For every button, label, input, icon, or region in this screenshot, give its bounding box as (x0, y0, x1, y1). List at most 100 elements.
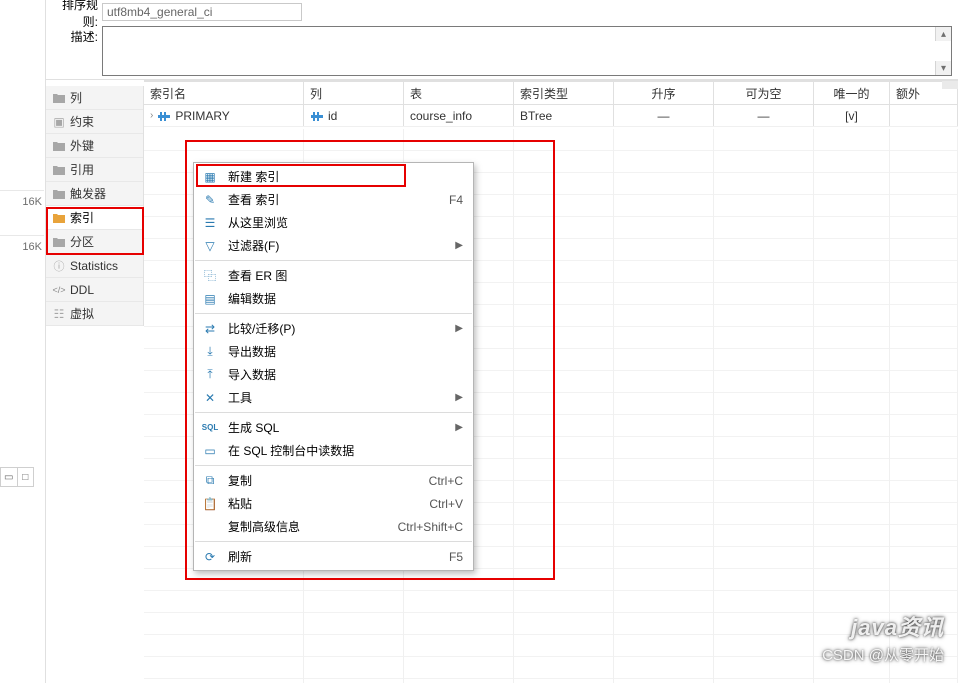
menu-item[interactable]: 复制高级信息Ctrl+Shift+C (194, 515, 473, 538)
sidebar-item-label: 分区 (70, 233, 94, 250)
menu-item[interactable]: ⇄ 比较/迁移(P) ▶ (194, 317, 473, 340)
col-header-table[interactable]: 表 (404, 82, 514, 104)
menu-shortcut: F4 (449, 193, 463, 207)
sidebar-item-7[interactable]: ⓘStatistics (46, 254, 143, 278)
menu-item-label: 编辑数据 (228, 290, 463, 307)
sidebar-item-label: 约束 (70, 113, 94, 130)
menu-item-label: 从这里浏览 (228, 214, 463, 231)
new-icon: ▦ (202, 169, 218, 185)
sort-rule-input[interactable] (102, 3, 302, 21)
sidebar-item-label: 虚拟 (70, 305, 94, 322)
folder-icon (52, 211, 66, 225)
menu-item[interactable]: ⤒导入数据 (194, 363, 473, 386)
col-header-type[interactable]: 索引类型 (514, 82, 614, 104)
menu-item-label: 新建 索引 (228, 168, 463, 185)
filter-icon: ▽ (202, 238, 218, 254)
scroll-up-icon[interactable]: ▴ (935, 27, 951, 41)
index-table: course_info (404, 105, 514, 126)
menu-item-label: 查看 索引 (228, 191, 449, 208)
menu-item[interactable]: ⟳ 刷新F5 (194, 545, 473, 568)
tools-icon: ✕ (202, 390, 218, 406)
sidebar-item-4[interactable]: 触发器 (46, 182, 143, 206)
menu-item-label: 查看 ER 图 (228, 267, 463, 284)
submenu-arrow-icon: ▶ (455, 323, 463, 334)
menu-item[interactable]: ✕工具▶ (194, 386, 473, 409)
sidebar-item-6[interactable]: 分区 (46, 230, 143, 254)
sidebar-item-8[interactable]: </> DDL (46, 278, 143, 302)
index-extra (890, 105, 958, 126)
sidebar-item-label: DDL (70, 283, 94, 297)
menu-shortcut: F5 (449, 550, 463, 564)
menu-item[interactable]: ▽过滤器(F)▶ (194, 234, 473, 257)
refresh-icon: ⟳ (202, 549, 218, 565)
folder-icon (52, 91, 66, 105)
sidebar-item-1[interactable]: ▣约束 (46, 110, 143, 134)
scroll-down-icon[interactable]: ▾ (935, 61, 951, 75)
submenu-arrow-icon: ▶ (455, 422, 463, 433)
index-type: BTree (514, 105, 614, 126)
sidebar-item-9[interactable]: ☷虚拟 (46, 302, 143, 326)
menu-item[interactable]: SQL生成 SQL▶ (194, 416, 473, 439)
mini-toolbar[interactable]: ▭ □ (0, 467, 34, 487)
menu-item-label: 生成 SQL (228, 419, 449, 436)
col-header-unique[interactable]: 唯一的 (814, 82, 890, 104)
menu-item-label: 比较/迁移(P) (228, 320, 449, 337)
copy-icon: ⧉ (202, 473, 218, 489)
top-area: 排序规则: 描述: ▴ ▾ (46, 0, 958, 80)
col-header-column[interactable]: 列 (304, 82, 404, 104)
menu-separator (195, 465, 472, 466)
stack-icon[interactable]: ▭ (1, 468, 18, 486)
menu-item[interactable]: ▭ 在 SQL 控制台中读数据 (194, 439, 473, 462)
sidebar-item-3[interactable]: 引用 (46, 158, 143, 182)
col-header-asc[interactable]: 升序 (614, 82, 714, 104)
console-icon: ▭ (202, 443, 218, 459)
square-icon[interactable]: □ (18, 468, 34, 486)
info-icon: ⓘ (52, 259, 66, 273)
menu-item[interactable]: ✎ 查看 索引F4 (194, 188, 473, 211)
menu-item[interactable]: ⧉复制Ctrl+C (194, 469, 473, 492)
folder-icon (52, 235, 66, 249)
size-marker: 16K (0, 235, 44, 257)
menu-item[interactable]: ▦ 新建 索引 (194, 165, 473, 188)
size-marker: 16K (0, 190, 44, 212)
index-column: id (328, 109, 337, 123)
sidebar-item-0[interactable]: 列 (46, 86, 143, 110)
folder-icon (52, 139, 66, 153)
index-asc: — (614, 105, 714, 126)
index-null: — (714, 105, 814, 126)
submenu-arrow-icon: ▶ (455, 240, 463, 251)
submenu-arrow-icon: ▶ (455, 392, 463, 403)
sidebar-item-label: 外键 (70, 137, 94, 154)
expand-icon[interactable]: › (150, 110, 153, 121)
menu-item[interactable]: ⤓导出数据 (194, 340, 473, 363)
column-icon (310, 110, 324, 122)
er-icon: ⿻ (202, 268, 218, 284)
menu-separator (195, 260, 472, 261)
menu-item[interactable]: ▤ 编辑数据 (194, 287, 473, 310)
folder-icon (52, 187, 66, 201)
sidebar-item-2[interactable]: 外键 (46, 134, 143, 158)
import-icon: ⤒ (202, 367, 218, 383)
view-icon: ✎ (202, 192, 218, 208)
menu-item-label: 刷新 (228, 548, 449, 565)
description-textarea[interactable]: ▴ ▾ (102, 26, 952, 76)
code-icon: </> (52, 283, 66, 297)
sidebar-item-label: 触发器 (70, 185, 106, 202)
menu-item-label: 在 SQL 控制台中读数据 (228, 442, 463, 459)
menu-item-label: 粘贴 (228, 495, 429, 512)
menu-item[interactable]: ⿻查看 ER 图 (194, 264, 473, 287)
edit-icon: ▤ (202, 291, 218, 307)
blank-icon (202, 519, 218, 535)
menu-item[interactable]: 📋粘贴Ctrl+V (194, 492, 473, 515)
sidebar-item-5[interactable]: 索引 (46, 206, 143, 230)
col-header-null[interactable]: 可为空 (714, 82, 814, 104)
context-menu[interactable]: ▦ 新建 索引 ✎ 查看 索引F4 ☰ 从这里浏览 ▽过滤器(F)▶ ⿻查看 ER 图 ▤ 编辑数… (193, 162, 474, 571)
menu-item[interactable]: ☰ 从这里浏览 (194, 211, 473, 234)
folder-icon (52, 163, 66, 177)
table-row[interactable]: › PRIMARY id course_info BTree — — [v] (144, 105, 958, 127)
compare-icon: ⇄ (202, 321, 218, 337)
menu-separator (195, 313, 472, 314)
col-header-name[interactable]: 索引名 (144, 82, 304, 104)
browse-icon: ☰ (202, 215, 218, 231)
sidebar-item-label: 索引 (70, 209, 94, 226)
